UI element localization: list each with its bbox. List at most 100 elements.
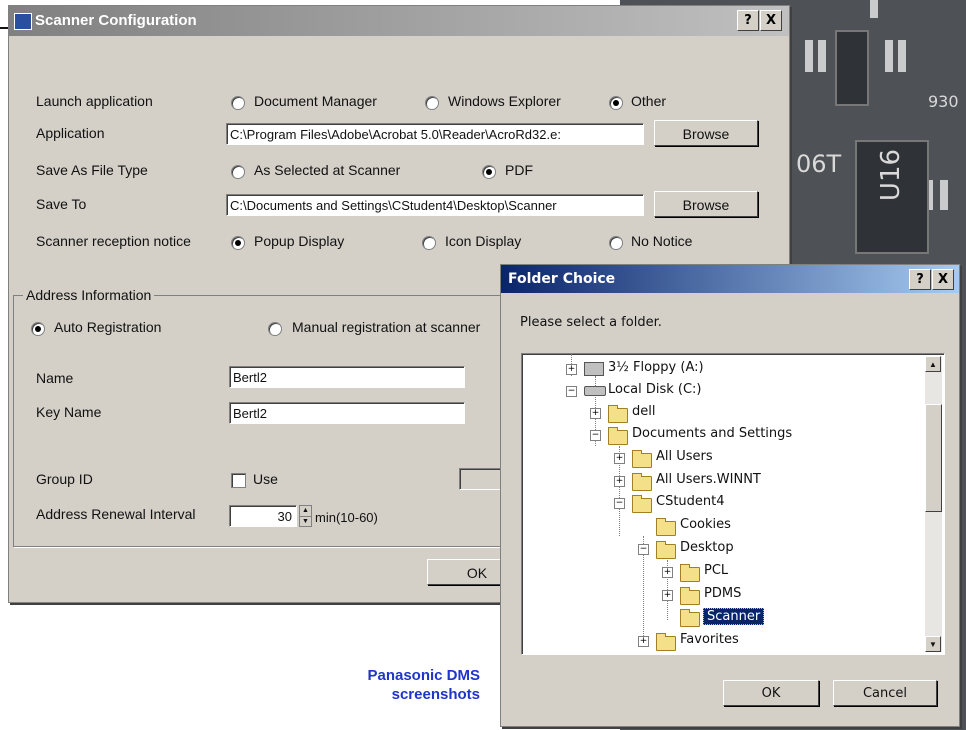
radio-label: Manual registration at scanner — [292, 319, 481, 335]
radio-label: PDF — [505, 162, 533, 178]
name-input[interactable]: Bertl2 — [229, 366, 465, 388]
radio-label: Document Manager — [254, 93, 377, 109]
tree-item-label: Favorites — [680, 632, 739, 647]
radio-popup-display[interactable] — [231, 236, 245, 250]
radio-auto-registration[interactable] — [31, 322, 45, 336]
radio-as-selected-at-scanner[interactable] — [231, 165, 245, 179]
expand-icon[interactable]: + — [566, 364, 577, 375]
collapse-icon[interactable]: − — [614, 498, 625, 509]
use-label: Use — [253, 471, 278, 487]
app-icon — [14, 13, 32, 30]
renewal-interval-input[interactable]: 30 — [229, 505, 297, 527]
folder-tree-view[interactable]: + 3½ Floppy (A:) − Local Disk (C:) + del… — [521, 353, 945, 655]
group-id-label: Group ID — [36, 471, 93, 487]
radio-label: Icon Display — [445, 233, 522, 249]
folder-icon — [680, 587, 700, 605]
board-label: 06T — [796, 150, 842, 178]
folder-icon — [656, 541, 676, 559]
pin-shape — [870, 0, 878, 18]
radio-manual-registration[interactable] — [268, 322, 282, 336]
tree-item-label: All Users — [656, 449, 713, 464]
pin-shape — [940, 180, 948, 210]
folder-icon — [680, 564, 700, 582]
spin-up-icon[interactable]: ▲ — [300, 506, 311, 517]
tree-item-label: Documents and Settings — [632, 426, 793, 441]
floppy-drive-icon — [584, 362, 604, 376]
vertical-scrollbar[interactable]: ▲ ▼ — [925, 356, 942, 652]
radio-label: Other — [631, 93, 667, 109]
help-button[interactable]: ? — [737, 10, 759, 31]
caption-line-1: Panasonic DMS — [367, 667, 480, 684]
address-renewal-interval-label: Address Renewal Interval — [36, 506, 196, 522]
radio-other[interactable] — [609, 96, 623, 110]
tree-item-label: Cookies — [680, 517, 731, 532]
scroll-down-icon[interactable]: ▼ — [925, 636, 941, 652]
scrollbar-thumb[interactable] — [925, 404, 942, 512]
pin-shape — [885, 40, 893, 72]
title-bar[interactable]: Scanner Configuration ? X — [9, 6, 789, 36]
tree-item-label: dell — [632, 404, 656, 419]
open-folder-icon — [680, 609, 700, 627]
use-checkbox[interactable] — [231, 473, 246, 488]
radio-label: Windows Explorer — [448, 93, 561, 109]
expand-icon[interactable]: + — [614, 453, 625, 464]
tree-item-label: CStudent4 — [656, 494, 725, 509]
caption: Panasonic DMS screenshots — [300, 666, 480, 704]
application-path-field[interactable]: C:\Program Files\Adobe\Acrobat 5.0\Reade… — [226, 123, 644, 145]
expand-icon[interactable]: + — [662, 567, 673, 578]
key-name-label: Key Name — [36, 404, 102, 420]
browse-application-button[interactable]: Browse — [654, 120, 758, 146]
tree-item-label: PDMS — [704, 586, 742, 601]
radio-document-manager[interactable] — [231, 96, 245, 110]
application-label: Application — [36, 125, 105, 141]
save-to-path-field[interactable]: C:\Documents and Settings\CStudent4\Desk… — [226, 194, 644, 216]
expand-icon[interactable]: + — [614, 476, 625, 487]
folder-icon — [608, 427, 628, 445]
close-button[interactable]: X — [932, 269, 954, 290]
pin-shape — [818, 40, 826, 72]
favorites-folder-icon — [656, 633, 676, 651]
tree-item-label: All Users.WINNT — [656, 472, 761, 487]
radio-pdf[interactable] — [482, 165, 496, 179]
key-name-input[interactable]: Bertl2 — [229, 402, 465, 424]
radio-no-notice[interactable] — [609, 236, 623, 250]
spin-down-icon[interactable]: ▼ — [300, 517, 311, 527]
tree-item-label: Local Disk (C:) — [608, 382, 702, 397]
board-label: U16 — [876, 148, 907, 202]
radio-label: Auto Registration — [54, 319, 162, 335]
renewal-unit-label: min(10-60) — [315, 510, 378, 525]
expand-icon[interactable]: + — [662, 590, 673, 601]
capacitor-shape — [835, 30, 869, 106]
title-bar[interactable]: Folder Choice ? X — [501, 265, 959, 293]
help-button[interactable]: ? — [909, 269, 931, 290]
radio-windows-explorer[interactable] — [425, 96, 439, 110]
save-as-file-type-label: Save As File Type — [36, 162, 148, 178]
launch-application-label: Launch application — [36, 93, 153, 109]
collapse-icon[interactable]: − — [590, 430, 601, 441]
name-label: Name — [36, 370, 74, 386]
cancel-button[interactable]: Cancel — [833, 680, 937, 706]
radio-icon-display[interactable] — [422, 236, 436, 250]
close-button[interactable]: X — [760, 10, 782, 31]
expand-icon[interactable]: + — [590, 408, 601, 419]
scanner-reception-notice-label: Scanner reception notice — [36, 233, 191, 249]
tree-item-label: 3½ Floppy (A:) — [608, 360, 704, 375]
folder-choice-dialog: Folder Choice ? X Please select a folder… — [500, 264, 960, 727]
save-to-label: Save To — [36, 196, 87, 212]
browse-save-to-button[interactable]: Browse — [654, 191, 758, 217]
hard-disk-icon — [584, 386, 606, 396]
caption-line-2: screenshots — [391, 686, 480, 703]
dialog-title: Folder Choice — [508, 271, 616, 287]
renewal-spinner[interactable]: ▲ ▼ — [299, 505, 312, 527]
window-title: Scanner Configuration — [35, 12, 197, 29]
collapse-icon[interactable]: − — [566, 386, 577, 397]
collapse-icon[interactable]: − — [638, 544, 649, 555]
tree-item-label: PCL — [704, 563, 729, 578]
expand-icon[interactable]: + — [638, 636, 649, 647]
scroll-up-icon[interactable]: ▲ — [925, 356, 941, 372]
tree-item-label: Desktop — [680, 540, 734, 555]
tree-item-label-selected: Scanner — [703, 608, 765, 625]
board-label: 930 — [928, 92, 959, 111]
radio-label: No Notice — [631, 233, 693, 249]
ok-button[interactable]: OK — [723, 680, 819, 706]
